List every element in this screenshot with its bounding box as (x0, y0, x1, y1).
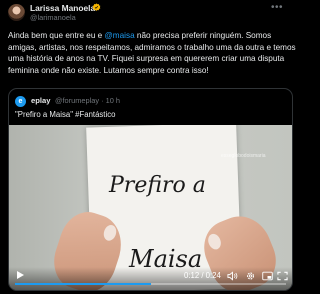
fullscreen-icon[interactable] (277, 271, 288, 281)
progress-bar[interactable] (15, 283, 286, 285)
tweet: Larissa Manoela @larimanoela ••• Ainda b… (0, 0, 300, 294)
quoted-tweet[interactable]: e eplay @forumeplay · 10 h "Prefiro a Ma… (8, 88, 293, 291)
video-player[interactable]: Prefiro a Maisa esseglobodoismaria 0:12 … (9, 125, 292, 290)
picture-in-picture-icon[interactable] (262, 271, 273, 281)
tweet-text-part1: Ainda bem que entre eu e (8, 31, 105, 40)
progress-fill (15, 283, 151, 285)
author-avatar[interactable] (8, 4, 25, 21)
verified-badge-icon (92, 3, 101, 11)
play-icon[interactable] (17, 271, 24, 279)
volume-icon[interactable] (227, 271, 238, 281)
video-time: 0:12 / 0:24 (184, 271, 221, 280)
mention-link[interactable]: @maisa (105, 31, 135, 40)
quote-text: "Prefiro a Maisa" #Fantástico (15, 110, 116, 119)
more-icon[interactable]: ••• (271, 2, 283, 13)
author-name[interactable]: Larissa Manoela (30, 3, 95, 13)
card-text-line1: Prefiro a (109, 173, 206, 198)
quote-handle-time: @forumeplay · 10 h (55, 96, 121, 105)
video-watermark: esseglobodoismaria (221, 153, 266, 159)
tweet-text: Ainda bem que entre eu e @maisa não prec… (8, 30, 296, 76)
author-handle[interactable]: @larimanoela (30, 13, 76, 22)
quote-author-name[interactable]: eplay (31, 96, 50, 105)
settings-gear-icon[interactable] (245, 271, 256, 281)
quote-avatar[interactable]: e (15, 96, 26, 107)
